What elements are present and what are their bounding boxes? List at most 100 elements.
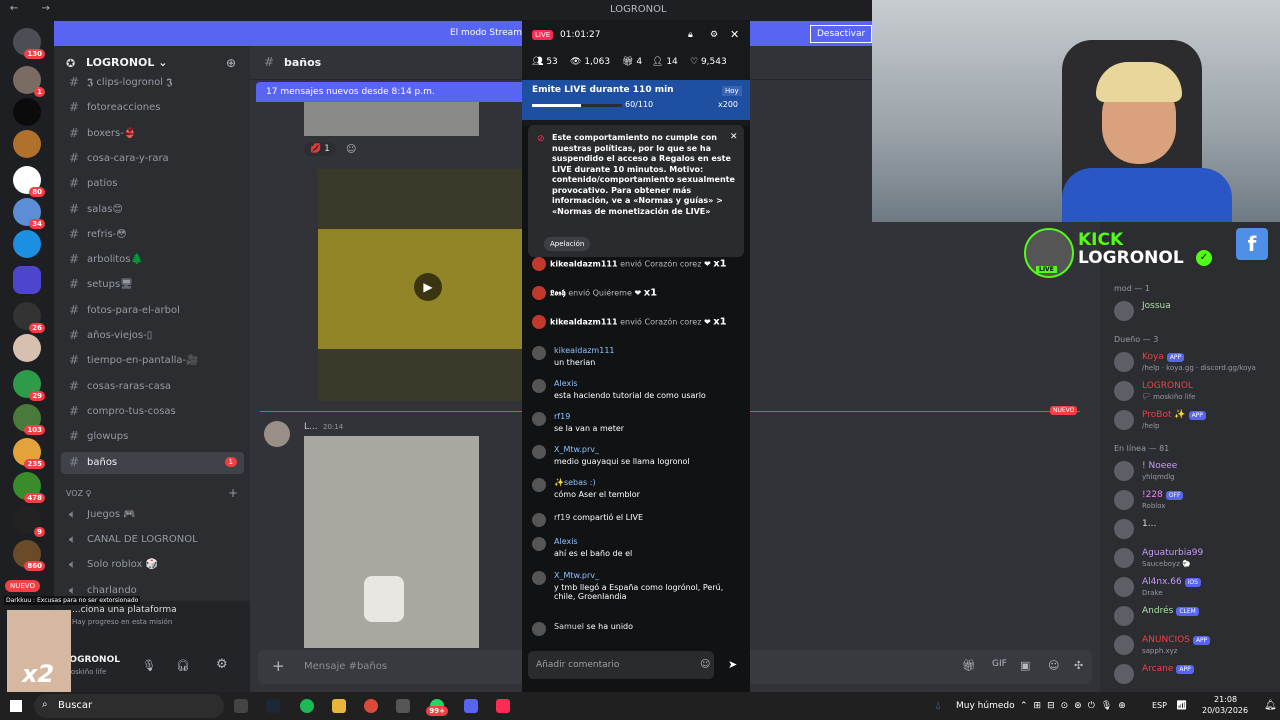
member-item[interactable]: ProBot ✨ APP/help: [1112, 407, 1278, 435]
server-icon[interactable]: 235: [13, 438, 45, 469]
voice-channel[interactable]: 🔈︎ Juegos 🎮: [61, 504, 244, 526]
comment-input[interactable]: Añadir comentario ☺: [528, 651, 714, 679]
server-icon[interactable]: 9: [13, 506, 45, 537]
plus-icon[interactable]: +: [272, 657, 285, 675]
server-icon[interactable]: 29: [13, 370, 45, 401]
member-item[interactable]: Andrés CLEM: [1112, 603, 1278, 631]
channel-item[interactable]: # glowups: [61, 426, 244, 448]
server-icon[interactable]: [13, 334, 41, 362]
voice-category[interactable]: VOZ ♀: [66, 489, 92, 498]
server-icon[interactable]: 34: [13, 198, 45, 229]
taskbar-search[interactable]: ⌕ Buscar: [34, 694, 224, 718]
channel-item[interactable]: # 𝕵 clips-logronol 𝕵: [61, 72, 244, 94]
folder-icon[interactable]: [13, 266, 41, 294]
channel-item[interactable]: # setups🖥: [61, 274, 244, 296]
emoji-icon[interactable]: ☺: [700, 659, 710, 670]
goal-card[interactable]: Emite LIVE durante 110 min Hoy 60/110 x2…: [522, 80, 750, 120]
server-icon[interactable]: 26: [13, 302, 45, 333]
clock-time[interactable]: 21:08: [1214, 695, 1237, 704]
server-icon[interactable]: 103: [13, 404, 45, 435]
obs-icon[interactable]: [396, 699, 410, 713]
channel-item[interactable]: # compro-tus-cosas: [61, 401, 244, 423]
channel-item[interactable]: # cosa-cara-y-rara: [61, 148, 244, 170]
member-item[interactable]: Jossua: [1112, 298, 1278, 326]
video-attachment[interactable]: ▶: [318, 169, 528, 401]
emoji-icon[interactable]: ☺: [1048, 659, 1059, 672]
message-author[interactable]: L...: [304, 422, 318, 432]
voice-channel[interactable]: 🔈︎ CANAL DE LOGRONOL: [61, 529, 244, 551]
composer-input[interactable]: Mensaje #baños: [304, 661, 387, 672]
channel-item[interactable]: # patios: [61, 173, 244, 195]
discord-home-icon[interactable]: 130: [13, 28, 45, 59]
windows-start-icon[interactable]: [10, 700, 22, 712]
appeal-button[interactable]: Apelación: [544, 237, 591, 251]
add-member-icon[interactable]: ⊕: [226, 56, 236, 70]
gif-icon[interactable]: GIF: [992, 659, 1007, 669]
member-item[interactable]: Al4nx.66 iOS Drake: [1112, 574, 1278, 602]
tiktok-icon[interactable]: [496, 699, 510, 713]
deactivate-button[interactable]: Desactivar: [810, 25, 873, 43]
language[interactable]: ESP: [1152, 701, 1167, 710]
member-item[interactable]: Arcane APP: [1112, 661, 1278, 689]
channel-item[interactable]: # boxers-👙: [61, 123, 244, 145]
channel-item[interactable]: # cosas-raras-casa: [61, 376, 244, 398]
attachment-image[interactable]: [304, 102, 479, 136]
send-icon[interactable]: ➤: [728, 658, 737, 671]
server-icon[interactable]: 860: [13, 540, 45, 571]
member-item[interactable]: Aguaturbia99 Sauceboyz 🐑: [1112, 545, 1278, 573]
tray-icons[interactable]: ⌃⊞⊟⊙⊛⏻🎙︎⊕: [1020, 701, 1132, 711]
discord-icon[interactable]: [464, 699, 478, 713]
member-item[interactable]: !228 OFF Roblox: [1112, 487, 1278, 515]
tray-network-icon[interactable]: 📶︎: [1176, 701, 1187, 711]
avatar[interactable]: [264, 421, 290, 447]
task-view-icon[interactable]: [234, 699, 248, 713]
channel-item[interactable]: # tiempo-en-pantalla-🎥: [61, 350, 244, 372]
notification-icon[interactable]: 🔔︎: [1264, 700, 1277, 711]
file-explorer-icon[interactable]: [332, 699, 346, 713]
member-item[interactable]: ! Noeee yhlqmdlg: [1112, 458, 1278, 486]
apps-icon[interactable]: ✣: [1074, 659, 1083, 672]
voice-channel[interactable]: 🔈︎ Solo roblox 🎲: [61, 554, 244, 576]
channel-label: cosa-cara-y-rara: [87, 152, 169, 164]
attachment-image[interactable]: [304, 436, 479, 648]
channel-item[interactable]: # arbolitos🌲: [61, 249, 244, 271]
weather-text[interactable]: Muy húmedo: [956, 701, 1015, 711]
spotify-icon[interactable]: [300, 699, 314, 713]
clock-date[interactable]: 20/03/2026: [1202, 706, 1248, 715]
channel-item[interactable]: # fotos-para-el-arbol: [61, 300, 244, 322]
member-item[interactable]: 1...: [1112, 516, 1278, 544]
member-item[interactable]: ANUNCIOS APP sapph.xyz: [1112, 632, 1278, 660]
gift-icon[interactable]: 🎁︎: [962, 659, 976, 672]
chrome-icon[interactable]: [364, 699, 378, 713]
server-icon[interactable]: [13, 230, 41, 258]
member-item[interactable]: Koya APP/help · koya.gg · discord.gg/koya: [1112, 349, 1278, 377]
server-icon[interactable]: [13, 130, 41, 158]
server-icon[interactable]: 80: [13, 166, 45, 197]
play-icon[interactable]: ▶: [414, 273, 442, 301]
viewers-stat: 👥︎ 53: [532, 57, 558, 67]
lock-icon[interactable]: 🔒︎: [688, 30, 693, 40]
add-channel-icon[interactable]: +: [228, 486, 238, 500]
new-servers-pill[interactable]: NUEVO: [5, 580, 40, 592]
comment-user: Alexis: [554, 379, 578, 388]
goal-progress: 60/110: [625, 100, 654, 109]
reaction-chip[interactable]: 💋 1: [304, 142, 336, 156]
channel-item[interactable]: # salas😊: [61, 199, 244, 221]
close-icon[interactable]: ✕: [730, 28, 739, 41]
channel-item[interactable]: # baños 1: [61, 451, 244, 474]
channel-item[interactable]: # fotoreacciones: [61, 97, 244, 119]
server-icon[interactable]: 1: [13, 66, 45, 97]
sticker-icon[interactable]: ▣: [1020, 659, 1030, 672]
nav-arrows[interactable]: ← →: [10, 3, 60, 14]
whatsapp-icon[interactable]: 99+: [426, 699, 448, 716]
server-icon[interactable]: 478: [13, 472, 45, 503]
add-reaction-icon[interactable]: ☺: [346, 144, 356, 155]
steam-icon[interactable]: [266, 699, 280, 713]
channel-item[interactable]: # años-viejos-▯: [61, 325, 244, 347]
close-notice-icon[interactable]: ✕: [730, 132, 738, 142]
guild-name[interactable]: LOGRONOL ⌄: [86, 56, 167, 69]
channel-item[interactable]: # refris-😳: [61, 224, 244, 246]
settings-icon[interactable]: ⚙: [710, 30, 718, 40]
member-item[interactable]: LOGRONOL 🏳 moskiño life: [1112, 378, 1278, 406]
server-icon[interactable]: [13, 98, 41, 126]
